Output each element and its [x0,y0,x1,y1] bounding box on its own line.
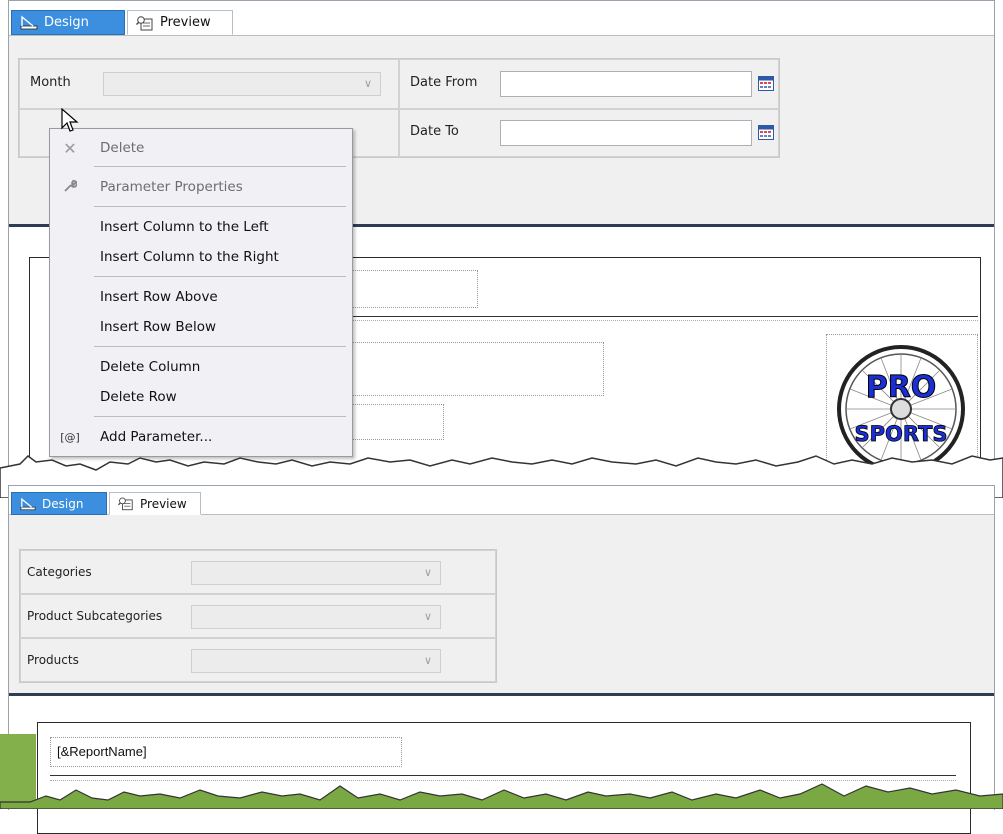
month-label: Month [30,75,71,90]
date-from-input[interactable] [500,71,752,97]
menu-item-insert-row-below[interactable]: Insert Row Below [50,313,352,341]
menu-separator [94,276,346,277]
report-name-field[interactable]: [&ReportName] [50,737,402,767]
menu-item-label: Insert Column to the Right [100,249,279,265]
param-cell-month[interactable]: Month ∨ [19,59,399,109]
menu-item-label: Delete [100,140,145,156]
param-cell-products[interactable]: Products ∨ [20,638,496,682]
menu-item-label: Insert Row Below [100,319,216,335]
tab-preview-label: Preview [140,496,187,511]
preview-icon [136,15,153,30]
menu-item-insert-column-right[interactable]: Insert Column to the Right [50,243,352,271]
categories-label: Categories [27,565,92,579]
preview-icon [118,497,133,511]
date-to-input[interactable] [500,120,752,146]
torn-edge [0,783,1003,809]
calendar-icon[interactable] [758,76,774,91]
chevron-down-icon: ∨ [423,610,432,623]
menu-item-label: Delete Column [100,359,201,375]
menu-item-delete[interactable]: ✕ Delete [50,134,352,162]
menu-separator [94,206,346,207]
param-cell-categories[interactable]: Categories ∨ [20,550,496,594]
parameter-grid: Categories ∨ Product Subcategories ∨ Pro… [19,549,497,683]
date-from-label: Date From [410,75,478,90]
logo-text-pro: PRO [866,370,937,405]
wrench-icon [60,179,80,196]
tab-preview-label: Preview [160,15,211,30]
tab-preview[interactable]: Preview [109,492,201,515]
menu-separator [94,346,346,347]
design-ruler-icon [20,15,38,30]
tab-design[interactable]: Design [11,10,125,35]
header-rule [330,316,978,317]
chevron-down-icon: ∨ [363,77,372,90]
tab-design-label: Design [42,496,84,511]
param-cell-product-subcategories[interactable]: Product Subcategories ∨ [20,594,496,638]
product-subcategories-label: Product Subcategories [27,609,163,623]
delete-x-icon: ✕ [63,138,77,158]
calendar-icon[interactable] [758,125,774,140]
param-cell-date-to[interactable]: Date To [399,109,779,157]
products-dropdown[interactable]: ∨ [191,649,441,673]
menu-item-label: Parameter Properties [100,179,243,195]
menu-separator [94,416,346,417]
tab-design[interactable]: Design [11,492,107,515]
products-label: Products [27,653,79,667]
parameter-area: Categories ∨ Product Subcategories ∨ Pro… [9,515,994,693]
tab-bar: Design Preview [9,486,994,515]
menu-separator [94,166,346,167]
report-textbox[interactable] [330,342,604,396]
top-report-designer: Design Preview Month ∨ Date From Date To… [8,0,995,489]
tab-bar: Design Preview [9,1,994,36]
header-rule-dotted [330,320,978,321]
product-subcategories-dropdown[interactable]: ∨ [191,605,441,629]
menu-item-label: Insert Row Above [100,289,218,305]
tab-design-label: Design [44,15,89,30]
chevron-down-icon: ∨ [423,654,432,667]
month-dropdown[interactable]: ∨ [103,72,381,96]
menu-item-parameter-properties[interactable]: Parameter Properties [50,173,352,201]
param-cell-date-from[interactable]: Date From [399,59,779,109]
menu-item-delete-row[interactable]: Delete Row [50,383,352,411]
design-ruler-icon [20,497,36,510]
bottom-report-designer: Design Preview Categories ∨ Product Subc… [8,485,995,834]
date-to-label: Date To [410,124,459,139]
menu-item-delete-column[interactable]: Delete Column [50,353,352,381]
menu-item-label: Delete Row [100,389,177,405]
chevron-down-icon: ∨ [423,566,432,579]
mouse-cursor-icon [61,108,79,132]
context-menu: ✕ Delete Parameter Properties Insert Col… [49,128,353,457]
menu-item-insert-row-above[interactable]: Insert Row Above [50,283,352,311]
menu-item-insert-column-left[interactable]: Insert Column to the Left [50,213,352,241]
categories-dropdown[interactable]: ∨ [191,561,441,585]
menu-item-label: Insert Column to the Left [100,219,269,235]
tab-preview[interactable]: Preview [127,10,233,35]
